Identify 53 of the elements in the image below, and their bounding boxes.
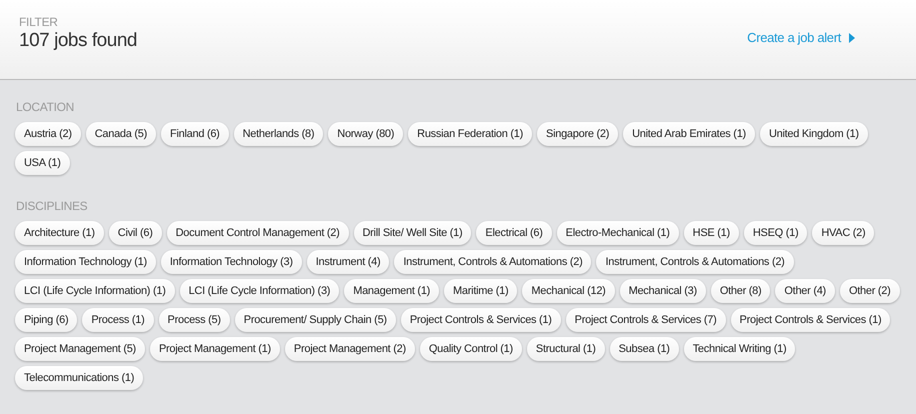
- filter-chip[interactable]: Maritime (1): [444, 279, 518, 303]
- filter-chip[interactable]: Mechanical (12): [522, 279, 615, 303]
- filter-chip[interactable]: Structural (1): [526, 337, 605, 361]
- filter-chip[interactable]: Information Technology (1): [15, 250, 156, 274]
- filter-chip[interactable]: Mechanical (3): [620, 279, 706, 303]
- filter-chip[interactable]: Telecommunications (1): [15, 366, 144, 390]
- filter-chip[interactable]: Subsea (1): [610, 337, 679, 361]
- filter-label: FILTER: [19, 15, 59, 29]
- filter-chip[interactable]: Quality Control (1): [420, 337, 522, 361]
- filter-chip[interactable]: Project Management (2): [284, 337, 415, 361]
- section-heading: DISCIPLINES: [15, 199, 88, 213]
- results-title: 107 jobs found: [19, 29, 138, 53]
- filter-chip[interactable]: LCI (Life Cycle Information) (3): [180, 279, 340, 303]
- filter-chip[interactable]: Management (1): [344, 279, 440, 303]
- filter-chip[interactable]: Russian Federation (1): [408, 122, 532, 146]
- filter-chip[interactable]: Norway (80): [328, 122, 404, 146]
- filter-chip[interactable]: USA (1): [15, 151, 70, 175]
- filter-chip[interactable]: Canada (5): [86, 122, 156, 146]
- filter-chip[interactable]: Project Management (5): [15, 337, 145, 361]
- filter-chip[interactable]: Procurement/ Supply Chain (5): [234, 308, 396, 332]
- filter-chip[interactable]: Instrument (4): [306, 250, 390, 274]
- filter-chip[interactable]: Instrument, Controls & Automations (2): [394, 250, 592, 274]
- filter-chip[interactable]: United Arab Emirates (1): [623, 122, 755, 146]
- filter-chip[interactable]: Project Controls & Services (1): [730, 308, 890, 332]
- filter-chip[interactable]: Other (2): [840, 279, 900, 303]
- filter-chip[interactable]: Electrical (6): [476, 221, 552, 245]
- filter-chip[interactable]: Civil (6): [108, 221, 162, 245]
- filter-chip[interactable]: Information Technology (3): [160, 250, 302, 274]
- triangle-right-icon: [849, 32, 855, 43]
- filter-chip[interactable]: Project Management (1): [150, 337, 280, 361]
- filter-chip[interactable]: LCI (Life Cycle Information) (1): [15, 279, 175, 303]
- filter-chip[interactable]: Process (5): [158, 308, 230, 332]
- filter-chip[interactable]: HSE (1): [684, 221, 739, 245]
- filter-chip[interactable]: Austria (2): [15, 122, 81, 146]
- filter-chip[interactable]: Other (8): [710, 279, 770, 303]
- filter-chip[interactable]: United Kingdom (1): [760, 122, 868, 146]
- filter-chip[interactable]: HVAC (2): [812, 221, 874, 245]
- filter-chip[interactable]: Singapore (2): [537, 122, 618, 146]
- filter-chip[interactable]: Electro-Mechanical (1): [556, 221, 679, 245]
- filter-chip[interactable]: Process (1): [82, 308, 154, 332]
- filter-chip[interactable]: HSEQ (1): [744, 221, 808, 245]
- section-heading: LOCATION: [15, 100, 76, 114]
- filter-chip[interactable]: Technical Writing (1): [684, 337, 796, 361]
- filter-chip[interactable]: Drill Site/ Well Site (1): [354, 221, 472, 245]
- filter-chip[interactable]: Instrument, Controls & Automations (2): [596, 250, 794, 274]
- filter-chip[interactable]: Netherlands (8): [234, 122, 324, 146]
- filter-chip[interactable]: Document Control Management (2): [166, 221, 348, 245]
- filter-chip[interactable]: Piping (6): [15, 308, 78, 332]
- filter-chip[interactable]: Finland (6): [161, 122, 229, 146]
- filter-chip[interactable]: Architecture (1): [15, 221, 104, 245]
- filter-chip[interactable]: Other (4): [775, 279, 835, 303]
- filter-chip[interactable]: Project Controls & Services (7): [566, 308, 726, 332]
- filter-chip[interactable]: Project Controls & Services (1): [400, 308, 561, 332]
